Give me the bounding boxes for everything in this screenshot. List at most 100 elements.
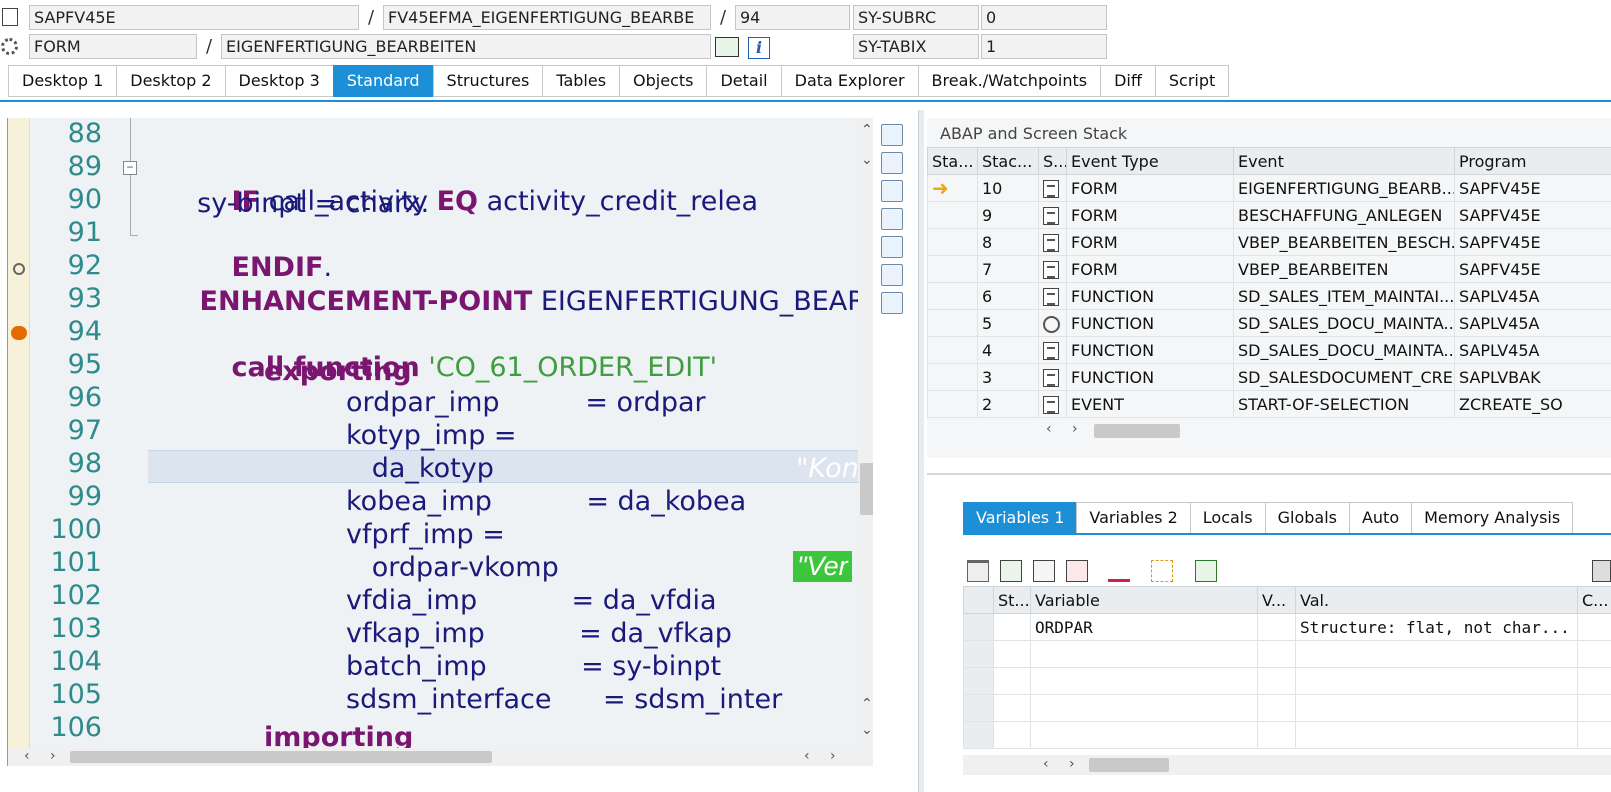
trash-icon[interactable] xyxy=(967,560,989,582)
variable-name-cell[interactable]: ORDPAR xyxy=(1030,613,1258,641)
table-row[interactable]: 9 FORM BESCHAFFUNG_ANLEGEN SAPFV45E xyxy=(927,201,1611,229)
tab-objects[interactable]: Objects xyxy=(619,65,707,97)
table-row[interactable]: 2 EVENT START-OF-SELECTION ZCREATE_SO xyxy=(927,390,1611,418)
insert-variable-icon[interactable] xyxy=(1000,560,1022,582)
info-icon[interactable]: i xyxy=(748,37,770,59)
scroll-left-icon[interactable]: ‹ xyxy=(1046,421,1052,437)
line-field[interactable]: 94 xyxy=(735,5,850,30)
column-header[interactable]: Event Type xyxy=(1066,147,1234,175)
table-row[interactable]: 8 FORM VBEP_BEARBEITEN_BESCH... SAPFV45E xyxy=(927,228,1611,256)
scroll-left-icon[interactable]: ‹ xyxy=(1043,756,1049,772)
sort-icon[interactable] xyxy=(1108,560,1130,582)
services-icon[interactable] xyxy=(881,292,903,314)
scroll-thumb[interactable] xyxy=(70,751,492,763)
monitor-icon[interactable] xyxy=(1195,560,1217,582)
table-row[interactable]: ➜ 10 FORM EIGENFERTIGUNG_BEARB... SAPFV4… xyxy=(927,174,1611,202)
tab-detail[interactable]: Detail xyxy=(706,65,781,97)
column-header[interactable]: Variable xyxy=(1030,586,1258,614)
scroll-thumb[interactable] xyxy=(1089,758,1169,772)
table-row[interactable]: 5 FUNCTION SD_SALES_DOCU_MAINTA... SAPLV… xyxy=(927,309,1611,337)
tab-diff[interactable]: Diff xyxy=(1100,65,1155,97)
line-number: 102 xyxy=(50,580,102,611)
line-number: 89 xyxy=(67,151,102,182)
empty-row[interactable] xyxy=(963,694,1611,722)
table-row[interactable]: 3 FUNCTION SD_SALESDOCUMENT_CRE... SAPLV… xyxy=(927,363,1611,391)
variable-value-cell[interactable]: Structure: flat, not char... xyxy=(1295,613,1578,641)
column-header[interactable]: V... xyxy=(1257,586,1296,614)
tab-desktop-1[interactable]: Desktop 1 xyxy=(8,65,117,97)
scroll-right-icon[interactable]: › xyxy=(50,748,56,764)
include-field[interactable]: FV45EFMA_EIGENFERTIGUNG_BEARBE xyxy=(383,5,711,30)
collapse-icon[interactable]: − xyxy=(123,161,137,175)
save-icon[interactable] xyxy=(1592,560,1611,582)
document-icon xyxy=(1043,206,1059,225)
editor-vertical-scrollbar[interactable]: ⌃ ⌄ ⌃ ⌄ xyxy=(858,118,873,750)
form-name-field[interactable]: EIGENFERTIGUNG_BEARBEITEN xyxy=(221,34,711,59)
tab-data-explorer[interactable]: Data Explorer xyxy=(780,65,918,97)
column-header[interactable]: Stac... xyxy=(977,147,1039,175)
type-field[interactable]: FORM xyxy=(29,34,197,59)
column-header[interactable]: C... xyxy=(1577,586,1611,614)
column-header[interactable]: Program xyxy=(1454,147,1611,175)
transfer-icon[interactable] xyxy=(1151,560,1173,582)
empty-row[interactable] xyxy=(963,640,1611,668)
empty-row[interactable] xyxy=(963,721,1611,749)
fullscreen-icon[interactable] xyxy=(881,236,903,258)
scroll-down-icon[interactable]: ⌃ xyxy=(861,696,873,712)
table-row[interactable]: 7 FORM VBEP_BEARBEITEN SAPFV45E xyxy=(927,255,1611,283)
variables-horizontal-scrollbar[interactable]: ‹ › xyxy=(963,755,1611,775)
program-field[interactable]: SAPFV45E xyxy=(29,5,359,30)
scroll-up-icon[interactable]: ⌄ xyxy=(861,152,873,168)
tab-variables-1[interactable]: Variables 1 xyxy=(963,502,1077,534)
scroll-left-icon[interactable]: ‹ xyxy=(804,748,810,764)
code-line-100: vfprf_imp = xyxy=(346,519,505,550)
scroll-right-icon[interactable]: › xyxy=(830,748,836,764)
tab-globals[interactable]: Globals xyxy=(1264,502,1349,534)
tab-script[interactable]: Script xyxy=(1154,65,1230,97)
replace-tool-icon[interactable] xyxy=(881,264,903,286)
scroll-thumb[interactable] xyxy=(860,463,873,515)
column-header[interactable]: Sta... xyxy=(927,147,978,175)
tab-auto[interactable]: Auto xyxy=(1348,502,1412,534)
column-header[interactable]: Val. xyxy=(1295,586,1578,614)
tab-watchpoints[interactable]: Break./Watchpoints xyxy=(917,65,1101,97)
scroll-thumb[interactable] xyxy=(1094,424,1180,438)
tab-tables[interactable]: Tables xyxy=(542,65,620,97)
tab-memory-analysis[interactable]: Memory Analysis xyxy=(1411,502,1574,534)
scroll-right-icon[interactable]: › xyxy=(1069,756,1075,772)
tab-structures[interactable]: Structures xyxy=(432,65,543,97)
tab-standard[interactable]: Standard xyxy=(332,65,433,97)
row-selector[interactable] xyxy=(963,613,994,641)
column-header[interactable]: Event xyxy=(1233,147,1455,175)
remove-variable-icon[interactable] xyxy=(1066,560,1088,582)
tab-desktop-2[interactable]: Desktop 2 xyxy=(116,65,225,97)
column-header[interactable]: St... xyxy=(993,586,1031,614)
new-window-icon[interactable] xyxy=(881,152,903,174)
sysubrc-value: 0 xyxy=(981,5,1107,30)
table-row[interactable]: 6 FUNCTION SD_SALES_ITEM_MAINTAI... SAPL… xyxy=(927,282,1611,310)
edit-variable-icon[interactable] xyxy=(1033,560,1055,582)
table-cell: SD_SALES_DOCU_MAINTA... xyxy=(1233,336,1455,364)
table-cell xyxy=(1257,613,1296,641)
delete-tool-icon[interactable] xyxy=(881,208,903,230)
scroll-right-icon[interactable]: › xyxy=(1072,421,1078,437)
scroll-top-icon[interactable]: ⌃ xyxy=(861,122,873,138)
table-row[interactable]: 4 FUNCTION SD_SALES_DOCU_MAINTA... SAPLV… xyxy=(927,336,1611,364)
tab-desktop-3[interactable]: Desktop 3 xyxy=(224,65,333,97)
line-number: 90 xyxy=(67,184,102,215)
pane-splitter[interactable] xyxy=(918,110,924,792)
code-line-103: vfkap_imp = da_vfkap xyxy=(346,618,732,649)
tab-variables-2[interactable]: Variables 2 xyxy=(1076,502,1190,534)
swap-panes-icon[interactable] xyxy=(881,180,903,202)
scroll-left-icon[interactable]: ‹ xyxy=(24,748,30,764)
scroll-bottom-icon[interactable]: ⌄ xyxy=(861,722,873,738)
column-header[interactable]: S... xyxy=(1038,147,1067,175)
close-editor-icon[interactable] xyxy=(881,124,903,146)
table-row[interactable]: ORDPAR Structure: flat, not char... xyxy=(963,613,1611,641)
navigate-icon[interactable] xyxy=(715,37,739,57)
editor-horizontal-scrollbar[interactable]: ‹ › ‹ › xyxy=(8,748,873,766)
tab-locals[interactable]: Locals xyxy=(1189,502,1265,534)
stack-horizontal-scrollbar[interactable]: ‹ › xyxy=(1040,421,1240,439)
source-editor[interactable]: 88 89 90 91 92 93 94 95 96 97 98 99 100 … xyxy=(7,118,873,766)
empty-row[interactable] xyxy=(963,667,1611,695)
